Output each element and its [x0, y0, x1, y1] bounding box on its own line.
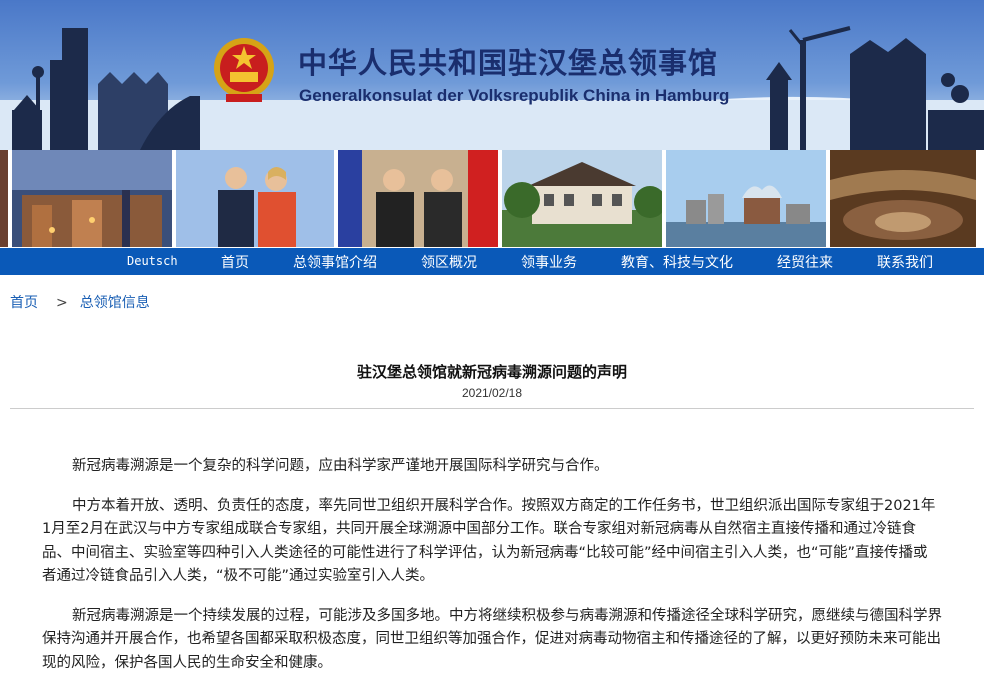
- photo-concert-hall[interactable]: [830, 150, 976, 247]
- breadcrumb-home[interactable]: 首页: [10, 295, 38, 311]
- photo-edge: [0, 150, 8, 247]
- divider: [10, 408, 974, 409]
- article-paragraph: 新冠病毒溯源是一个持续发展的过程，可能涉及多国多地。中方将继续积极参与病毒溯源和…: [42, 607, 942, 671]
- nav-item-education-culture[interactable]: 教育、科技与文化: [621, 252, 733, 272]
- breadcrumb-section[interactable]: 总领馆信息: [80, 295, 150, 311]
- breadcrumb-separator: >: [56, 295, 68, 311]
- main-nav: Deutsch 首页 总领事馆介绍 领区概况 领事业务 教育、科技与文化 经贸往…: [0, 247, 984, 275]
- site-banner: 中华人民共和国驻汉堡总领事馆 Generalkonsulat der Volks…: [0, 0, 984, 150]
- photo-consulate-building[interactable]: [502, 150, 662, 247]
- nav-item-region-overview[interactable]: 领区概况: [421, 252, 477, 272]
- nav-item-consulate-intro[interactable]: 总领事馆介绍: [293, 252, 377, 272]
- photo-leaders-handshake-1[interactable]: [176, 150, 334, 247]
- photo-leaders-handshake-2[interactable]: [338, 150, 498, 247]
- article-paragraph: 中方本着开放、透明、负责任的态度，率先同世卫组织开展科学合作。按照双方商定的工作…: [42, 497, 936, 585]
- photo-strip: [0, 150, 984, 247]
- article-paragraph: 新冠病毒溯源是一个复杂的科学问题，应由科学家严谨地开展国际科学研究与合作。: [72, 458, 609, 474]
- breadcrumb: 首页 > 总领馆信息: [10, 292, 156, 312]
- nav-item-home[interactable]: 首页: [221, 252, 249, 272]
- article-date: 2021/02/18: [461, 386, 523, 400]
- article-body: 新冠病毒溯源是一个复杂的科学问题，应由科学家严谨地开展国际科学研究与合作。 中方…: [42, 455, 942, 691]
- site-title-cn: 中华人民共和国驻汉堡总领事馆: [298, 46, 719, 80]
- article-title: 驻汉堡总领馆就新冠病毒溯源问题的声明: [356, 363, 627, 381]
- photo-hamburg-night-city[interactable]: [12, 150, 172, 247]
- nav-item-deutsch[interactable]: Deutsch: [127, 254, 178, 268]
- site-title-de: Generalkonsulat der Volksrepublik China …: [299, 86, 730, 105]
- nav-item-economy-trade[interactable]: 经贸往来: [777, 252, 833, 272]
- photo-elbphilharmonie[interactable]: [666, 150, 826, 247]
- nav-item-consular-affairs[interactable]: 领事业务: [521, 252, 577, 272]
- nav-item-contact[interactable]: 联系我们: [877, 252, 933, 272]
- national-emblem-icon: [214, 38, 274, 102]
